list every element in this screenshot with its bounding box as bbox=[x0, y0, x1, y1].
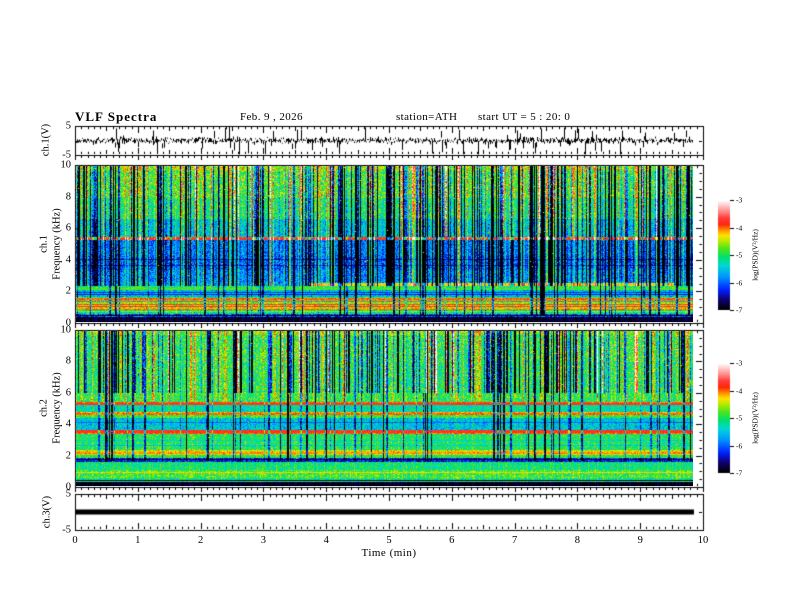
y-tick-label: 5 bbox=[65, 120, 71, 132]
plot-title: VLF Spectra bbox=[75, 109, 158, 124]
y-tick-label: -5 bbox=[62, 524, 71, 536]
x-tick-label: 6 bbox=[449, 535, 455, 546]
colorbar-tick-label: -6 bbox=[736, 278, 743, 287]
y-tick-label: 6 bbox=[65, 387, 71, 399]
y-tick-label: 5 bbox=[65, 488, 71, 500]
ch1-spectrogram-canvas bbox=[76, 166, 693, 322]
colorbar-tick-label: -3 bbox=[736, 358, 743, 368]
colorbar-tick-label: -3 bbox=[736, 195, 743, 205]
x-tick-label: 7 bbox=[511, 535, 518, 546]
x-tick-label: 0 bbox=[72, 535, 78, 546]
colorbar-tick-label: -4 bbox=[736, 223, 743, 232]
y-tick-label: 4 bbox=[65, 418, 71, 430]
start-ut-label: start UT = 5 : 20: 0 bbox=[478, 111, 571, 123]
spec1-frequency-axis-label: Frequency (kHz) bbox=[51, 208, 63, 280]
colorbar-tick-label: -5 bbox=[736, 250, 743, 260]
y-tick-label: 2 bbox=[65, 285, 71, 297]
x-tick-label: 2 bbox=[197, 535, 204, 546]
spec2-frequency-axis-label: Frequency (kHz) bbox=[51, 372, 63, 444]
colorbar2-label: log(PSD)(V²/Hz) bbox=[750, 392, 760, 444]
y-tick-label: 4 bbox=[65, 254, 71, 266]
x-tick-label: 1 bbox=[135, 535, 141, 546]
x-tick-label: 8 bbox=[574, 535, 581, 546]
colorbar-tick-label: -6 bbox=[736, 441, 743, 450]
vlf-spectra-figure: VLF Spectra Feb. 9 , 2026 station=ATH st… bbox=[0, 0, 792, 612]
x-tick-label: 5 bbox=[386, 535, 392, 546]
spec1-channel-label: ch.1 bbox=[38, 235, 50, 253]
time-axis-label: Time (min) bbox=[361, 547, 417, 559]
y-tick-label: 8 bbox=[65, 355, 71, 367]
colorbar1-label: log(PSD)(V²/Hz) bbox=[750, 229, 760, 281]
x-tick-label: 10 bbox=[697, 535, 709, 546]
y-tick-label: 8 bbox=[65, 191, 71, 203]
x-tick-label: 9 bbox=[637, 535, 643, 546]
ch3v-axis-label: ch.3(V) bbox=[41, 495, 53, 529]
y-tick-label: 10 bbox=[60, 324, 72, 336]
y-tick-label: 10 bbox=[60, 159, 72, 171]
x-tick-label: 4 bbox=[323, 535, 329, 546]
station-label: station=ATH bbox=[396, 111, 458, 123]
ch2-spectrogram-canvas bbox=[76, 331, 693, 486]
spec2-channel-label: ch.2 bbox=[38, 399, 50, 417]
colorbar-tick-label: -4 bbox=[736, 386, 743, 395]
y-tick-label: 2 bbox=[65, 450, 71, 462]
colorbar-tick-label: -5 bbox=[736, 413, 743, 423]
date-label: Feb. 9 , 2026 bbox=[240, 111, 303, 123]
colorbar-tick-label: -7 bbox=[736, 468, 743, 478]
x-tick-label: 3 bbox=[260, 535, 267, 546]
y-tick-label: 6 bbox=[65, 222, 71, 234]
colorbar-tick-label: -7 bbox=[736, 305, 743, 315]
